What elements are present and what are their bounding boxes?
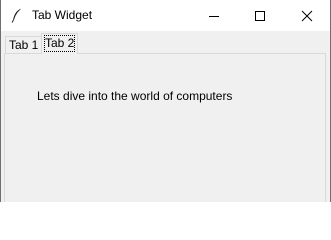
feather-icon xyxy=(9,7,25,23)
app-window: Tab Widget Tab 1 Tab 2 Lets dive into th… xyxy=(0,0,331,202)
tab-1-label: Tab 1 xyxy=(9,38,39,52)
client-area: Tab 1 Tab 2 Lets dive into the world of … xyxy=(1,31,330,202)
tab-panel: Lets dive into the world of computers xyxy=(4,53,326,202)
tab-strip: Tab 1 Tab 2 xyxy=(1,31,330,54)
tab-2-label: Tab 2 xyxy=(43,35,76,52)
maximize-icon xyxy=(255,11,265,21)
title-bar[interactable]: Tab Widget xyxy=(1,0,330,31)
minimize-button[interactable] xyxy=(191,0,237,31)
close-icon xyxy=(301,10,313,22)
window-title: Tab Widget xyxy=(32,8,93,22)
panel-label: Lets dive into the world of computers xyxy=(37,89,233,103)
tab-2[interactable]: Tab 2 xyxy=(41,33,79,54)
minimize-icon xyxy=(209,16,219,17)
tab-1[interactable]: Tab 1 xyxy=(5,36,43,54)
maximize-button[interactable] xyxy=(237,0,283,31)
close-button[interactable] xyxy=(284,0,330,31)
